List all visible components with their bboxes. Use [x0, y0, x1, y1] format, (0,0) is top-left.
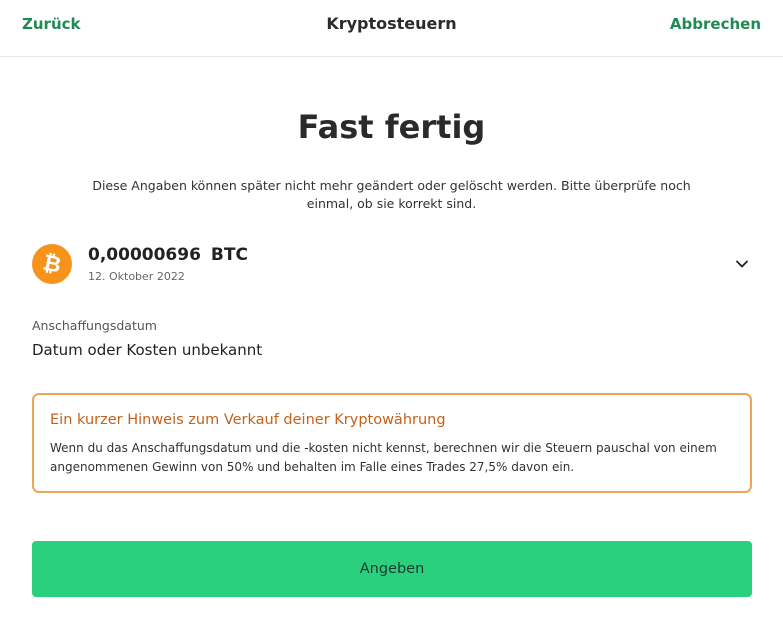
asset-date: 12. Oktober 2022	[88, 270, 185, 283]
top-navigation-bar: Zurück Kryptosteuern Abbrechen	[0, 0, 783, 57]
acquisition-date-label: Anschaffungsdatum	[32, 318, 157, 333]
asset-summary[interactable]: ₿ 0,00000696 BTC 12. Oktober 2022	[32, 244, 752, 288]
bitcoin-logo-glyph: ₿	[40, 250, 64, 279]
amount-value: 0,00000696	[88, 245, 201, 265]
cancel-link[interactable]: Abbrechen	[670, 15, 761, 33]
main-heading: Fast fertig	[297, 108, 486, 146]
page-title: Kryptosteuern	[326, 14, 457, 33]
submit-button[interactable]: Angeben	[32, 541, 752, 597]
confirmation-description: Diese Angaben können später nicht mehr g…	[92, 178, 691, 211]
acquisition-date-value: Datum oder Kosten unbekannt	[32, 341, 263, 359]
hint-title: Ein kurzer Hinweis zum Verkauf deiner Kr…	[50, 412, 446, 428]
chevron-down-icon[interactable]	[734, 256, 750, 272]
hint-body: Wenn du das Anschaffungsdatum und die -k…	[50, 441, 717, 474]
amount-symbol: BTC	[210, 245, 248, 265]
asset-amount: 0,00000696 BTC	[88, 245, 248, 265]
hint-box: Ein kurzer Hinweis zum Verkauf deiner Kr…	[32, 393, 752, 493]
bitcoin-icon: ₿	[32, 244, 72, 284]
